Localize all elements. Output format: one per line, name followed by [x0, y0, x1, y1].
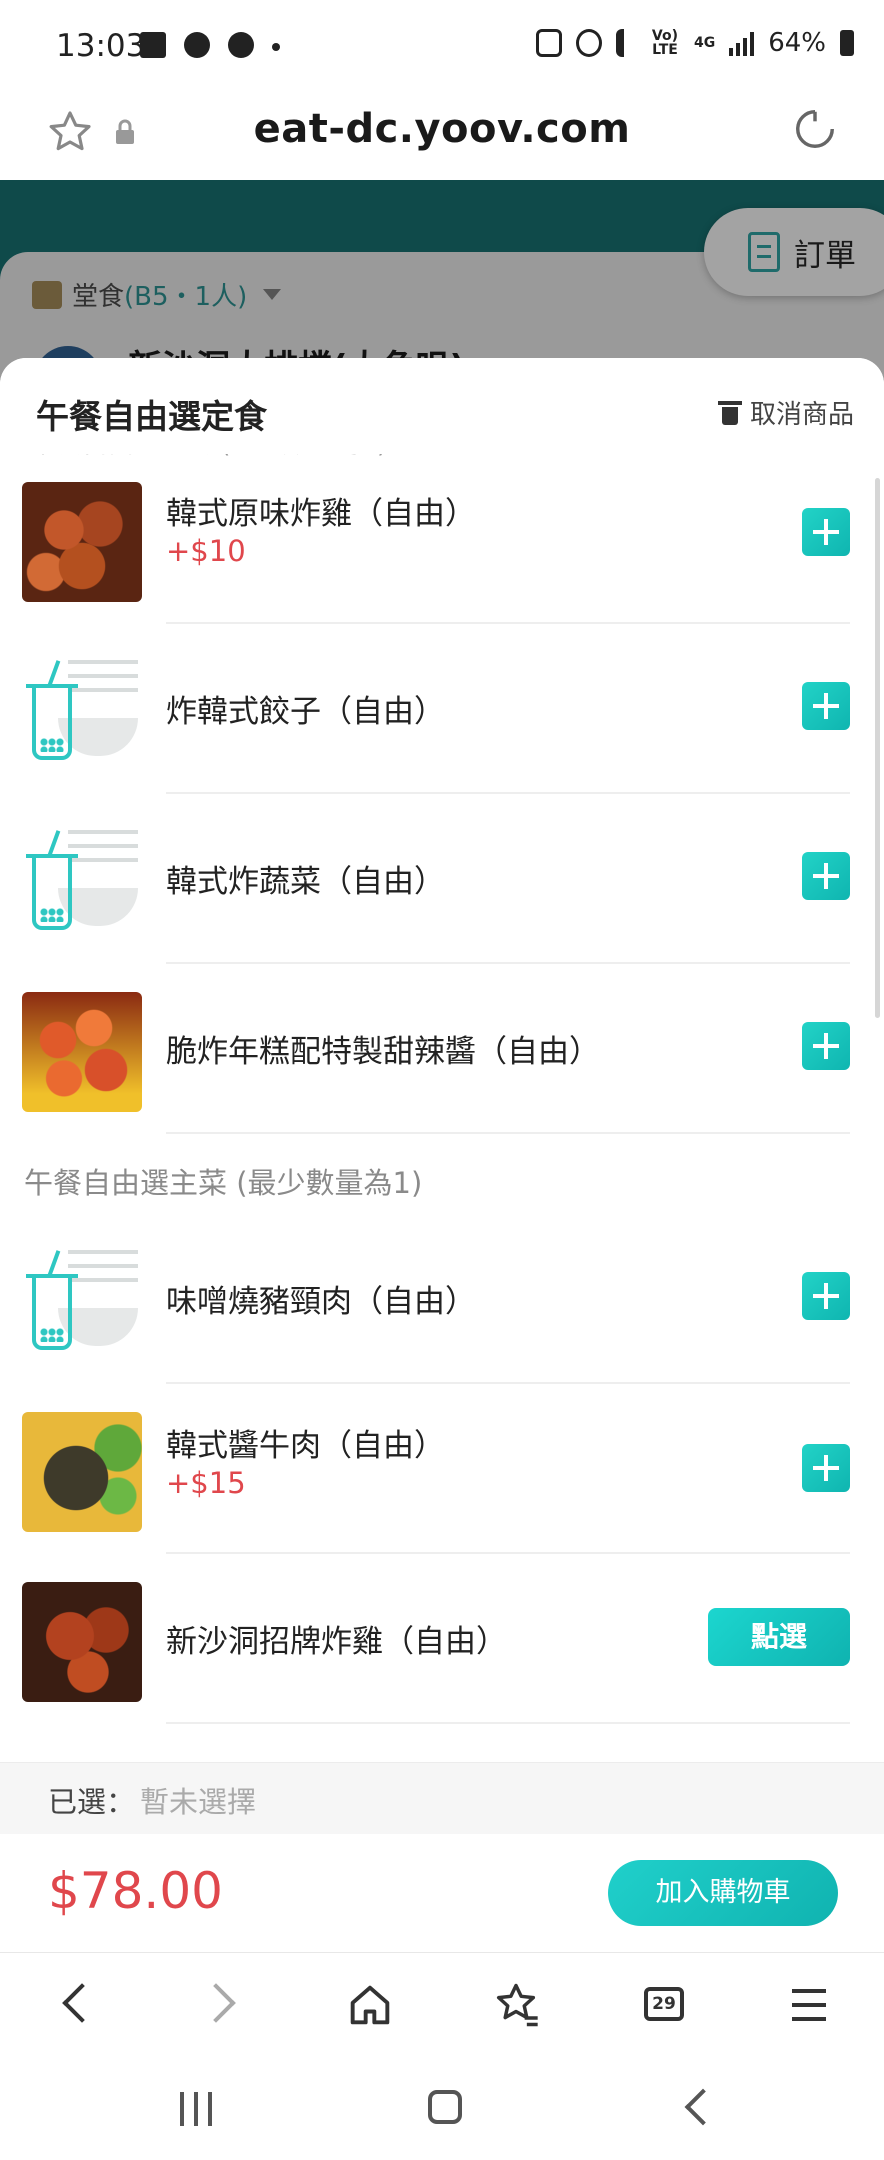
- browser-toolbar: 29: [0, 1952, 884, 2056]
- divider: [166, 1722, 850, 1724]
- list-item[interactable]: 脆炸年糕配特製甜辣醬（自由）: [0, 964, 884, 1134]
- select-item-button[interactable]: 點選: [708, 1608, 850, 1666]
- menu-icon[interactable]: [786, 1979, 838, 2031]
- add-item-button[interactable]: [802, 1272, 850, 1320]
- status-time: 13:03: [56, 28, 146, 64]
- app-notification-icon: [184, 32, 210, 58]
- notification-icons: [140, 32, 280, 58]
- divider: [166, 1132, 850, 1134]
- caret-down-icon: [263, 289, 282, 300]
- add-item-button[interactable]: [802, 682, 850, 730]
- item-image-placeholder: [22, 652, 142, 772]
- list-item[interactable]: 新沙洞招牌炸雞（自由） 點選: [0, 1554, 884, 1724]
- list-item[interactable]: 韓式醬牛肉（自由） +$15: [0, 1384, 884, 1554]
- item-image: [22, 1412, 142, 1532]
- volte-indicator: Vo) LTE: [651, 28, 679, 58]
- forward-icon[interactable]: [196, 1979, 248, 2031]
- dine-in-selector[interactable]: 堂食 (B5・1人): [32, 276, 282, 313]
- add-item-button[interactable]: [802, 1444, 850, 1492]
- checkout-bar: $78.00 加入購物車: [0, 1834, 884, 1952]
- system-back-icon[interactable]: [684, 2088, 722, 2126]
- tapioca-dots-icon: [40, 908, 64, 922]
- dine-in-table: (B5・1人): [124, 282, 248, 312]
- system-navigation-bar: [0, 2056, 884, 2160]
- selected-value: 暫未選擇: [140, 1785, 257, 1819]
- sheet-title: 午餐自由選定食: [36, 397, 267, 436]
- add-item-button[interactable]: [802, 852, 850, 900]
- network-type-indicator: 4G: [693, 35, 716, 51]
- item-name: 韓式炸蔬菜（自由）: [166, 864, 445, 900]
- tabs-icon[interactable]: 29: [638, 1979, 690, 2031]
- dine-in-label: 堂食: [72, 282, 125, 312]
- order-list-icon: [748, 232, 780, 272]
- alarm-icon: [575, 29, 602, 57]
- total-price: $78.00: [48, 1862, 223, 1920]
- noodle-lines-icon: [68, 830, 138, 882]
- system-status-icons: Vo) LTE 4G 64%: [535, 28, 854, 58]
- item-image-placeholder: [22, 1242, 142, 1362]
- item-name: 脆炸年糕配特製甜辣醬（自由）: [166, 1034, 600, 1070]
- more-notifications-icon: [272, 43, 280, 51]
- store-icon: [32, 280, 62, 309]
- bookmarks-icon[interactable]: [490, 1979, 542, 2031]
- chevron-right-icon: [196, 1983, 236, 2023]
- house-icon: [350, 1985, 390, 2025]
- list-item[interactable]: 味噌燒豬頸肉（自由）: [0, 1214, 884, 1384]
- item-image: [22, 992, 142, 1112]
- scrollbar[interactable]: [875, 478, 880, 1018]
- status-bar: 13:03 Vo) LTE 4G 64%: [0, 0, 884, 92]
- item-image: [22, 482, 142, 602]
- signal-icon: [729, 30, 755, 56]
- item-name: 韓式原味炸雞（自由）: [166, 496, 476, 532]
- item-image: [22, 1582, 142, 1702]
- recent-apps-icon[interactable]: [178, 2092, 218, 2126]
- item-name: 新沙洞招牌炸雞（自由）: [166, 1624, 507, 1660]
- chevron-left-icon: [62, 1983, 102, 2023]
- list-item[interactable]: 韓式原味炸雞（自由） +$10: [0, 454, 884, 624]
- cancel-item-button[interactable]: 取消商品: [717, 394, 854, 431]
- item-name: 韓式醬牛肉（自由）: [166, 1428, 445, 1464]
- order-button-label: 訂單: [794, 238, 856, 274]
- section-label-mains: 午餐自由選主菜 (最少數量為1): [24, 1166, 423, 1200]
- add-item-button[interactable]: [802, 508, 850, 556]
- sheet-header: 午餐自由選定食 取消商品: [0, 358, 884, 454]
- tapioca-dots-icon: [40, 1328, 64, 1342]
- star-list-icon: [496, 1983, 538, 2027]
- recycle-icon: [535, 29, 562, 57]
- selected-label: 已選：: [48, 1785, 136, 1819]
- list-item[interactable]: 韓式炸蔬菜（自由）: [0, 794, 884, 964]
- tab-count: 29: [644, 1987, 684, 2021]
- noodle-lines-icon: [68, 660, 138, 712]
- system-home-icon[interactable]: [428, 2090, 462, 2124]
- item-image-placeholder: [22, 822, 142, 942]
- gallery-notification-icon: [140, 32, 166, 58]
- noodle-lines-icon: [68, 1250, 138, 1302]
- reload-icon[interactable]: [792, 106, 838, 152]
- chat-notification-icon: [228, 32, 254, 58]
- selected-summary: 已選： 暫未選擇: [0, 1762, 884, 1834]
- tapioca-dots-icon: [40, 738, 64, 752]
- add-item-button[interactable]: [802, 1022, 850, 1070]
- battery-percent: 64%: [768, 28, 826, 58]
- list-item[interactable]: 炸韓式餃子（自由）: [0, 624, 884, 794]
- order-button[interactable]: 訂單: [704, 208, 884, 296]
- trash-icon: [717, 400, 742, 425]
- item-price: +$15: [166, 1466, 246, 1500]
- home-icon[interactable]: [344, 1979, 396, 2031]
- mute-icon: [615, 29, 636, 57]
- browser-url-bar: eat-dc.yoov.com: [0, 92, 884, 180]
- item-name: 炸韓式餃子（自由）: [166, 694, 445, 730]
- set-meal-sheet: 午餐自由選定食 取消商品 午餐自由選小食 (最少數量為1) 韓式原味炸雞（自由）…: [0, 358, 884, 1952]
- url-text[interactable]: eat-dc.yoov.com: [0, 106, 884, 152]
- item-price: +$10: [166, 534, 246, 568]
- back-icon[interactable]: [52, 1979, 104, 2031]
- item-name: 味噌燒豬頸肉（自由）: [166, 1284, 476, 1320]
- add-to-cart-button[interactable]: 加入購物車: [608, 1860, 838, 1926]
- cancel-item-label: 取消商品: [749, 400, 854, 430]
- battery-icon: [840, 30, 854, 56]
